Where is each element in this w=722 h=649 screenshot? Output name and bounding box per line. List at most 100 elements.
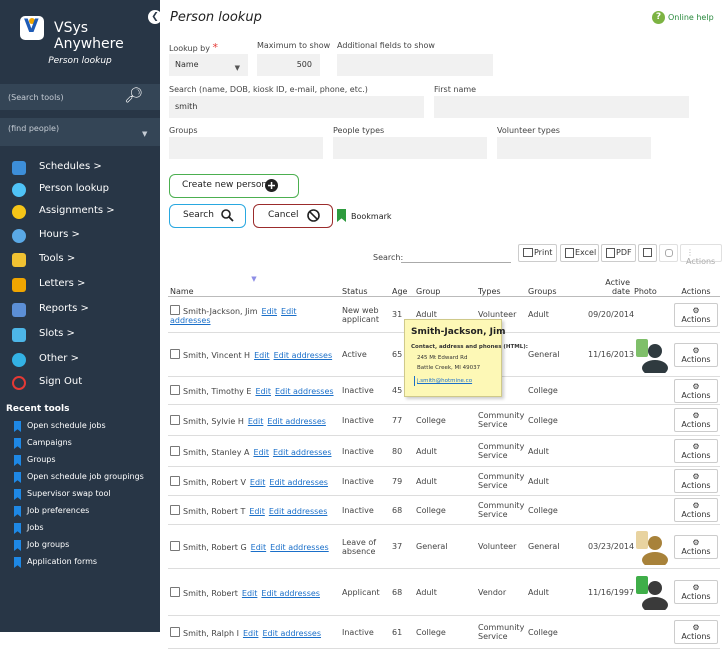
nav-tools[interactable]: Tools > xyxy=(0,250,160,270)
excel-button[interactable]: Excel xyxy=(560,244,599,262)
row-actions-button[interactable]: ⚙ Actions xyxy=(674,580,718,604)
edit-addresses-link[interactable]: Edit addresses xyxy=(267,417,326,426)
column-group[interactable]: Group xyxy=(414,272,476,297)
edit-addresses-link[interactable]: Edit addresses xyxy=(270,543,329,552)
table-row[interactable]: Smith, Sylvie H Edit Edit addresses Inactiv… xyxy=(168,404,720,436)
cancel-button[interactable]: Cancel xyxy=(253,204,333,228)
person-name[interactable]: Smith, Ralph I xyxy=(183,629,239,638)
groups-input[interactable] xyxy=(169,137,323,159)
nav-letters[interactable]: Letters > xyxy=(0,275,160,295)
row-actions-button[interactable]: ⚙ Actions xyxy=(674,408,718,432)
row-checkbox[interactable] xyxy=(170,586,180,597)
nav-sign-out[interactable]: Sign Out xyxy=(0,373,160,393)
recent-job-groups[interactable]: Job groups xyxy=(0,538,160,554)
search-icon[interactable]: 🔎︎ xyxy=(124,86,143,104)
person-name[interactable]: Smith, Robert T xyxy=(183,507,245,516)
row-actions-button[interactable]: ⚙ Actions xyxy=(674,342,718,367)
table-row[interactable]: Smith, Ralph I Edit Edit addresses Inactive… xyxy=(168,615,720,649)
table-row[interactable]: Smith, Robert V Edit Edit addresses Inactiv… xyxy=(168,466,720,496)
print-button[interactable]: Print xyxy=(518,244,557,262)
nav-reports[interactable]: Reports > xyxy=(0,300,160,320)
recent-open-schedule-jobs[interactable]: Open schedule jobs xyxy=(0,419,160,435)
column-active-date[interactable]: Active date xyxy=(586,272,632,297)
select-all-button[interactable] xyxy=(638,244,657,262)
nav-assignments[interactable]: Assignments > xyxy=(0,202,160,222)
collapse-sidebar-icon[interactable]: ❮ xyxy=(148,10,162,24)
table-row[interactable]: Smith, Robert G Edit Edit addresses Leave o… xyxy=(168,524,720,569)
row-actions-button[interactable]: ⚙ Actions xyxy=(674,534,718,559)
nav-slots[interactable]: Slots > xyxy=(0,325,160,345)
people-types-input[interactable] xyxy=(333,137,487,159)
person-name[interactable]: Smith-Jackson, Jim xyxy=(183,307,258,316)
nav-hours[interactable]: Hours > xyxy=(0,226,160,246)
recent-groups[interactable]: Groups xyxy=(0,453,160,469)
edit-link[interactable]: Edit xyxy=(242,589,258,598)
edit-link[interactable]: Edit xyxy=(254,351,270,360)
row-actions-button[interactable]: ⚙ Actions xyxy=(674,302,718,327)
search-input[interactable]: smith xyxy=(169,96,424,118)
app-logo[interactable]: V VSys Anywhere xyxy=(20,14,160,52)
edit-addresses-link[interactable]: Edit addresses xyxy=(269,478,328,487)
recent-application-forms[interactable]: Application forms xyxy=(0,555,160,571)
edit-link[interactable]: Edit xyxy=(248,417,264,426)
edit-addresses-link[interactable]: Edit addresses xyxy=(262,629,321,638)
tooltip-email-link[interactable]: j.smith@hotmine.co xyxy=(417,378,472,384)
recent-open-schedule-job-groupings[interactable]: Open schedule job groupings xyxy=(0,470,160,486)
column-age[interactable]: Age xyxy=(390,272,414,297)
bookmark-link[interactable]: Bookmark xyxy=(351,212,392,221)
edit-addresses-link[interactable]: Edit addresses xyxy=(261,589,320,598)
edit-addresses-link[interactable]: Edit addresses xyxy=(273,448,332,457)
edit-link[interactable]: Edit xyxy=(255,387,271,396)
person-name[interactable]: Smith, Robert V xyxy=(183,478,246,487)
lookup-by-select[interactable]: Name ▼ xyxy=(169,54,248,76)
row-checkbox[interactable] xyxy=(170,385,180,395)
bookmark-icon[interactable] xyxy=(337,209,346,222)
pdf-button[interactable]: PDF xyxy=(601,244,636,262)
clear-button[interactable] xyxy=(659,244,678,262)
edit-addresses-link[interactable]: Edit addresses xyxy=(274,351,333,360)
row-actions-button[interactable]: ⚙ Actions xyxy=(674,498,718,522)
table-row[interactable]: Smith, Robert Edit Edit addresses Applicant… xyxy=(168,568,720,616)
row-checkbox[interactable] xyxy=(170,414,180,425)
row-checkbox[interactable] xyxy=(170,349,180,359)
nav-other[interactable]: Other > xyxy=(0,350,160,370)
volunteer-types-input[interactable] xyxy=(497,137,651,159)
edit-link[interactable]: Edit xyxy=(250,478,266,487)
person-name[interactable]: Smith, Vincent H xyxy=(183,351,250,360)
edit-link[interactable]: Edit xyxy=(253,448,269,457)
table-search-input[interactable] xyxy=(401,262,511,263)
row-checkbox[interactable] xyxy=(170,445,180,456)
person-name[interactable]: Smith, Robert G xyxy=(183,543,247,552)
row-checkbox[interactable] xyxy=(170,541,180,551)
table-row[interactable]: Smith, Stanley A Edit Edit addresses Inacti… xyxy=(168,435,720,467)
edit-link[interactable]: Edit xyxy=(243,629,259,638)
table-row[interactable]: Smith, Robert T Edit Edit addresses Inactiv… xyxy=(168,495,720,525)
column-status[interactable]: Status xyxy=(340,272,390,297)
search-button[interactable]: Search xyxy=(169,204,246,228)
person-name[interactable]: Smith, Robert xyxy=(183,589,238,598)
row-actions-button[interactable]: ⚙ Actions xyxy=(674,439,718,463)
person-name[interactable]: Smith, Stanley A xyxy=(183,448,249,457)
edit-link[interactable]: Edit xyxy=(262,307,278,316)
person-name[interactable]: Smith, Sylvie H xyxy=(183,417,244,426)
person-name[interactable]: Smith, Timothy E xyxy=(183,387,251,396)
additional-fields-input[interactable] xyxy=(337,54,493,76)
column-types[interactable]: Types xyxy=(476,272,526,297)
recent-supervisor-swap-tool[interactable]: Supervisor swap tool xyxy=(0,487,160,503)
edit-addresses-link[interactable]: Edit addresses xyxy=(275,387,334,396)
first-name-input[interactable] xyxy=(434,96,689,118)
column-groups[interactable]: Groups xyxy=(526,272,586,297)
row-checkbox[interactable] xyxy=(170,504,180,515)
nav-schedules[interactable]: Schedules > xyxy=(0,158,160,178)
column-name[interactable]: ▼ Name xyxy=(168,272,340,297)
create-new-person-button[interactable]: Create new person xyxy=(169,174,299,198)
edit-link[interactable]: Edit xyxy=(251,543,267,552)
bulk-actions-button[interactable]: ⋮ Actions xyxy=(680,244,722,266)
row-actions-button[interactable]: ⚙ Actions xyxy=(674,378,718,403)
row-actions-button[interactable]: ⚙ Actions xyxy=(674,620,718,644)
nav-person-lookup[interactable]: Person lookup xyxy=(0,180,160,200)
max-to-show-input[interactable]: 500 xyxy=(257,54,320,76)
find-people-select[interactable]: (find people) ▼ xyxy=(0,118,160,146)
recent-campaigns[interactable]: Campaigns xyxy=(0,436,160,452)
edit-link[interactable]: Edit xyxy=(249,507,265,516)
